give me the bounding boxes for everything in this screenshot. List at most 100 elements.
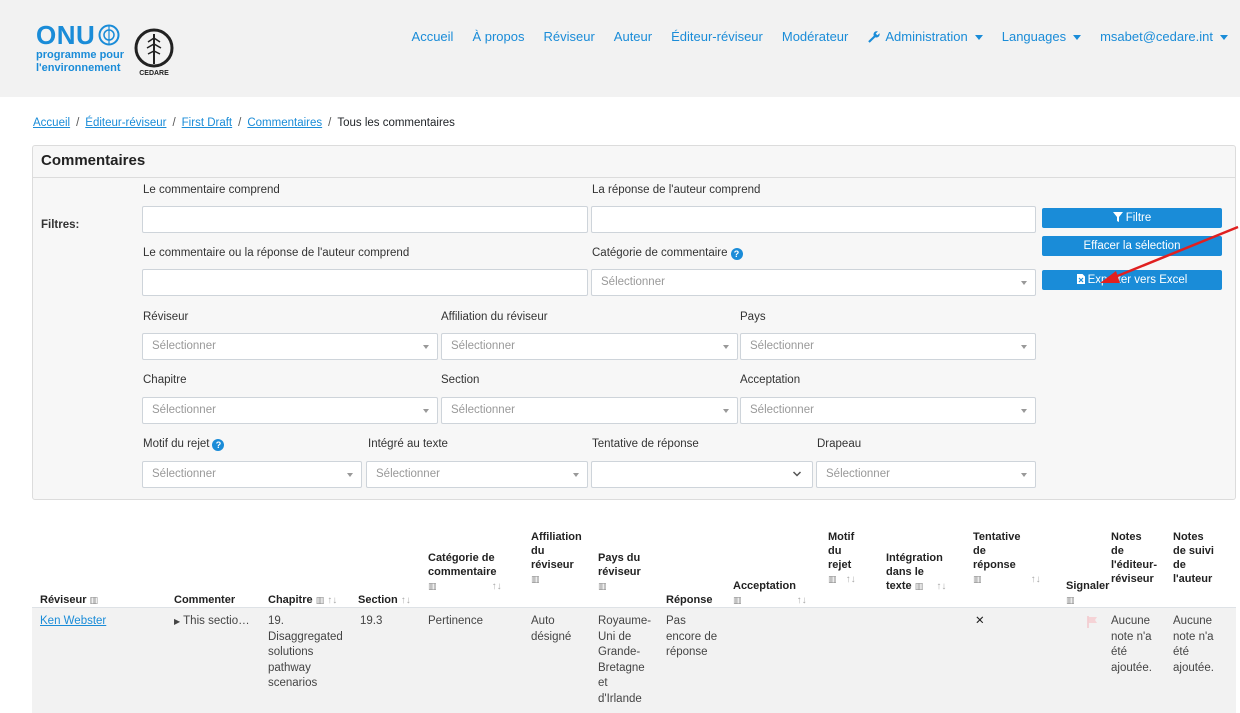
filters-card: Commentaires Filtres: Le commentaire com… xyxy=(32,145,1236,500)
rejection-reason-select[interactable]: Sélectionner xyxy=(142,461,362,488)
nav-administration[interactable]: Administration xyxy=(867,29,983,44)
reviewer-select[interactable]: Sélectionner xyxy=(142,333,438,360)
col-header-section[interactable]: Section ↑↓ xyxy=(358,593,411,608)
cell-editor-notes-l2: note n'a xyxy=(1111,630,1152,643)
logo-cedare-text: CEDARE xyxy=(139,70,169,77)
chart-icon: ▥ xyxy=(89,595,99,605)
col-header-category[interactable]: Catégorie de commentaire ▥ ↑↓ xyxy=(428,551,502,594)
flag-placeholder: Sélectionner xyxy=(826,468,890,480)
col-header-affiliation[interactable]: Affiliation du réviseur ▥ xyxy=(531,530,582,586)
breadcrumb-commentaires[interactable]: Commentaires xyxy=(247,117,322,129)
col-header-tentative[interactable]: Tentative de réponse ▥ ↑↓ xyxy=(973,530,1041,587)
nav-editeur-reviseur[interactable]: Éditeur-réviseur xyxy=(671,29,763,44)
col-header-signal[interactable]: Signaler ▥ xyxy=(1066,579,1109,607)
response-attempt-select[interactable] xyxy=(591,461,813,488)
help-icon[interactable]: ? xyxy=(212,439,225,451)
cell-country-l6: d'Irlande xyxy=(598,692,642,705)
nav-moderateur[interactable]: Modérateur xyxy=(782,29,848,44)
country-select[interactable]: Sélectionner xyxy=(740,333,1036,360)
comments-table: Réviseur ▥ Commenter Chapitre ▥ ↑↓ Secti… xyxy=(32,510,1236,713)
col-header-acceptance-l1: Acceptation xyxy=(733,580,796,592)
nav-apropos[interactable]: À propos xyxy=(472,29,524,44)
col-header-response[interactable]: Réponse xyxy=(666,593,712,607)
nav-auteur[interactable]: Auteur xyxy=(614,29,652,44)
flag-select[interactable]: Sélectionner xyxy=(816,461,1036,488)
cell-reviewer[interactable]: Ken Webster xyxy=(40,614,106,630)
col-header-integration-l2: dans le xyxy=(886,566,924,578)
affiliation-select[interactable]: Sélectionner xyxy=(441,333,738,360)
cell-chapter-l1: 19. xyxy=(268,615,284,627)
author-response-input[interactable] xyxy=(591,206,1036,233)
col-header-country[interactable]: Pays du réviseur ▥ xyxy=(598,551,641,593)
breadcrumb-editeur[interactable]: Éditeur-réviseur xyxy=(85,117,166,129)
comment-category-select[interactable]: Sélectionner xyxy=(591,269,1036,296)
col-header-editor-notes[interactable]: Notes de l'éditeur- réviseur xyxy=(1111,530,1157,586)
sort-arrows-icon: ↑↓ xyxy=(936,581,947,592)
col-header-reviewer[interactable]: Réviseur ▥ xyxy=(40,593,98,607)
cell-tentative-x-icon: ✕ xyxy=(975,615,985,627)
dropdown-arrow-icon xyxy=(423,409,429,413)
nav-languages[interactable]: Languages xyxy=(1002,29,1082,44)
col-header-author-notes-l1: Notes xyxy=(1173,531,1204,543)
chapter-label: Chapitre xyxy=(143,374,187,386)
nav-accueil[interactable]: Accueil xyxy=(412,29,454,44)
rejection-reason-label: Motif du rejet? xyxy=(143,438,225,451)
nav-user-menu[interactable]: msabet@cedare.int xyxy=(1100,29,1228,44)
comment-includes-input[interactable] xyxy=(142,206,588,233)
chart-icon: ▥ xyxy=(828,574,837,584)
nav-reviseur[interactable]: Réviseur xyxy=(544,29,595,44)
sort-arrows-icon: ↑↓ xyxy=(491,581,502,592)
section-select[interactable]: Sélectionner xyxy=(441,397,738,424)
chapter-placeholder: Sélectionner xyxy=(152,404,216,416)
breadcrumb-separator: / xyxy=(238,117,242,129)
col-header-acceptance[interactable]: Acceptation ▥ ↑↓ xyxy=(733,579,807,608)
cell-editor-notes-l4: ajoutée. xyxy=(1111,661,1152,674)
col-header-tentative-l1: Tentative xyxy=(973,531,1021,543)
chart-icon: ▥ xyxy=(315,595,325,605)
expand-caret-icon[interactable]: ▶ xyxy=(174,617,180,626)
col-header-affiliation-l1: Affiliation xyxy=(531,531,582,543)
clear-selection-label: Effacer la sélection xyxy=(1083,240,1181,252)
col-header-category-l1: Catégorie de xyxy=(428,552,495,564)
unep-logo[interactable]: ONU programme pour l'environnement xyxy=(36,22,124,74)
col-header-signal-l1: Signaler xyxy=(1066,580,1110,592)
breadcrumb-current: Tous les commentaires xyxy=(337,117,455,129)
cell-chapter-l5: scenarios xyxy=(268,677,318,689)
col-header-author-notes[interactable]: Notes de suivi de l'auteur xyxy=(1173,530,1214,586)
cell-affiliation: Auto désigné xyxy=(531,614,571,645)
chevron-down-icon xyxy=(1220,35,1228,40)
card-divider xyxy=(33,177,1235,178)
breadcrumb-accueil[interactable]: Accueil xyxy=(33,117,70,129)
cell-comment[interactable]: ▶ This sectio… xyxy=(174,614,250,630)
un-emblem-icon xyxy=(98,24,120,46)
dropdown-arrow-icon xyxy=(1021,345,1027,349)
cell-editor-notes-l1: Aucune xyxy=(1111,615,1151,627)
cell-affiliation-l2: désigné xyxy=(531,630,572,643)
chart-icon: ▥ xyxy=(1066,595,1075,605)
col-header-chapter[interactable]: Chapitre ▥ ↑↓ xyxy=(268,593,337,608)
chart-icon: ▥ xyxy=(598,581,607,591)
col-header-section-label: Section xyxy=(358,594,398,606)
breadcrumb-draft[interactable]: First Draft xyxy=(182,117,232,129)
col-header-editor-notes-l3: l'éditeur- xyxy=(1111,559,1158,571)
sort-arrows-icon: ↑↓ xyxy=(845,574,856,585)
col-header-integration-l1: Intégration xyxy=(886,552,943,564)
comment-or-response-input[interactable] xyxy=(142,269,588,296)
clear-selection-button[interactable]: Effacer la sélection xyxy=(1042,236,1222,256)
acceptance-select[interactable]: Sélectionner xyxy=(740,397,1036,424)
export-excel-button[interactable]: Exporter vers Excel xyxy=(1042,270,1222,290)
col-header-rejection[interactable]: Motif du rejet ▥ ↑↓ xyxy=(828,530,856,587)
filter-button[interactable]: Filtre xyxy=(1042,208,1222,228)
sort-arrows-icon: ↑↓ xyxy=(796,595,807,606)
integrated-select[interactable]: Sélectionner xyxy=(366,461,588,488)
cell-chapter-l4: pathway xyxy=(268,661,311,674)
chapter-select[interactable]: Sélectionner xyxy=(142,397,438,424)
reviewer-link[interactable]: Ken Webster xyxy=(40,615,106,627)
col-header-integration[interactable]: Intégration dans le texte ▥ ↑↓ xyxy=(886,551,946,594)
cedare-logo[interactable]: CEDARE xyxy=(128,26,188,78)
col-header-commenter[interactable]: Commenter xyxy=(174,593,235,607)
help-icon[interactable]: ? xyxy=(730,248,743,260)
flag-icon[interactable] xyxy=(1087,616,1099,628)
comment-category-label: Catégorie de commentaire? xyxy=(592,247,743,260)
chevron-down-icon xyxy=(792,471,802,477)
